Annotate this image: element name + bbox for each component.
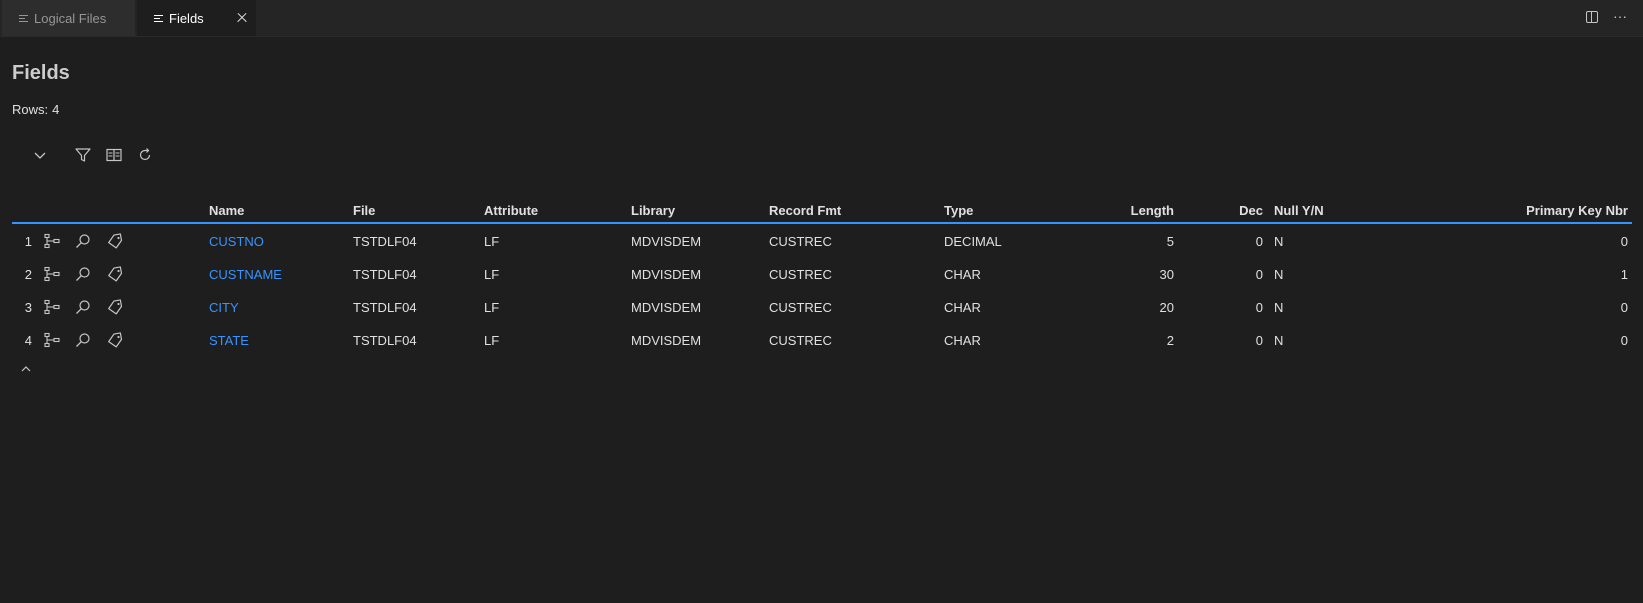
cell-attribute: LF	[484, 234, 500, 249]
cell-primary-key: 1	[1620, 267, 1628, 282]
tab-logical-files[interactable]: Logical Files	[2, 0, 136, 36]
column-header-record-fmt[interactable]: Record Fmt	[769, 203, 841, 218]
columns-icon[interactable]	[105, 146, 123, 164]
close-icon[interactable]	[234, 10, 250, 26]
row-number: 2	[24, 267, 32, 282]
hierarchy-icon[interactable]	[43, 331, 61, 349]
cell-record-fmt: CUSTREC	[769, 267, 832, 282]
cell-null: N	[1274, 267, 1284, 282]
column-header-attribute[interactable]: Attribute	[484, 203, 538, 218]
cell-length: 30	[1159, 267, 1174, 282]
cell-primary-key: 0	[1620, 333, 1628, 348]
cell-dec: 0	[1255, 234, 1263, 249]
cell-attribute: LF	[484, 300, 500, 315]
column-header-length[interactable]: Length	[1076, 203, 1174, 218]
hierarchy-icon[interactable]	[43, 265, 61, 283]
tag-icon[interactable]	[106, 331, 124, 349]
cell-dec: 0	[1255, 267, 1263, 282]
search-icon[interactable]	[74, 265, 92, 283]
search-icon[interactable]	[74, 331, 92, 349]
search-icon[interactable]	[74, 298, 92, 316]
field-name-link[interactable]: CITY	[209, 300, 239, 315]
cell-null: N	[1274, 333, 1284, 348]
cell-null: N	[1274, 300, 1284, 315]
cell-record-fmt: CUSTREC	[769, 300, 832, 315]
column-header-library[interactable]: Library	[631, 203, 675, 218]
tab-fields[interactable]: Fields	[137, 0, 256, 36]
cell-primary-key: 0	[1620, 300, 1628, 315]
column-header-null[interactable]: Null Y/N	[1274, 203, 1324, 218]
hierarchy-icon[interactable]	[43, 232, 61, 250]
field-name-link[interactable]: CUSTNO	[209, 234, 264, 249]
cell-length: 5	[1166, 234, 1174, 249]
cell-length: 2	[1166, 333, 1174, 348]
column-header-file[interactable]: File	[353, 203, 375, 218]
split-editor-icon[interactable]	[1586, 11, 1598, 23]
tab-label: Fields	[169, 10, 204, 26]
cell-file: TSTDLF04	[353, 234, 417, 249]
cell-primary-key: 0	[1620, 234, 1628, 249]
cell-attribute: LF	[484, 333, 500, 348]
cell-type: CHAR	[944, 300, 981, 315]
refresh-icon[interactable]	[136, 146, 154, 164]
cell-type: CHAR	[944, 267, 981, 282]
column-header-dec[interactable]: Dec	[1184, 203, 1263, 218]
editor-tab-bar: Logical Files Fields ···	[0, 0, 1643, 37]
cell-length: 20	[1159, 300, 1174, 315]
tag-icon[interactable]	[106, 265, 124, 283]
chevron-up-icon[interactable]	[19, 362, 33, 376]
row-number: 3	[24, 300, 32, 315]
cell-type: DECIMAL	[944, 234, 1002, 249]
tag-icon[interactable]	[106, 232, 124, 250]
row-number: 1	[24, 234, 32, 249]
list-icon	[154, 13, 163, 24]
cell-record-fmt: CUSTREC	[769, 333, 832, 348]
page-title: Fields	[12, 62, 70, 84]
more-actions-icon[interactable]: ···	[1613, 8, 1627, 24]
filter-icon[interactable]	[74, 146, 92, 164]
column-header-primary-key[interactable]: Primary Key Nbr	[1440, 203, 1628, 218]
cell-dec: 0	[1255, 333, 1263, 348]
cell-attribute: LF	[484, 267, 500, 282]
list-icon	[19, 13, 28, 24]
tag-icon[interactable]	[106, 298, 124, 316]
rows-count: Rows: 4	[12, 102, 59, 117]
column-header-name[interactable]: Name	[209, 203, 244, 218]
cell-file: TSTDLF04	[353, 267, 417, 282]
cell-dec: 0	[1255, 300, 1263, 315]
tab-label: Logical Files	[34, 10, 107, 26]
cell-file: TSTDLF04	[353, 300, 417, 315]
cell-library: MDVISDEM	[631, 333, 702, 348]
field-name-link[interactable]: STATE	[209, 333, 249, 348]
row-number: 4	[24, 333, 32, 348]
cell-record-fmt: CUSTREC	[769, 234, 832, 249]
rows-count-label: Rows:	[12, 102, 49, 117]
cell-library: MDVISDEM	[631, 234, 702, 249]
header-divider	[12, 222, 1632, 224]
cell-null: N	[1274, 234, 1284, 249]
hierarchy-icon[interactable]	[43, 298, 61, 316]
cell-type: CHAR	[944, 333, 981, 348]
search-icon[interactable]	[74, 232, 92, 250]
chevron-down-icon[interactable]	[31, 146, 49, 164]
field-name-link[interactable]: CUSTNAME	[209, 267, 282, 282]
cell-library: MDVISDEM	[631, 300, 702, 315]
rows-count-value: 4	[52, 102, 60, 117]
cell-file: TSTDLF04	[353, 333, 417, 348]
column-header-type[interactable]: Type	[944, 203, 973, 218]
cell-library: MDVISDEM	[631, 267, 702, 282]
